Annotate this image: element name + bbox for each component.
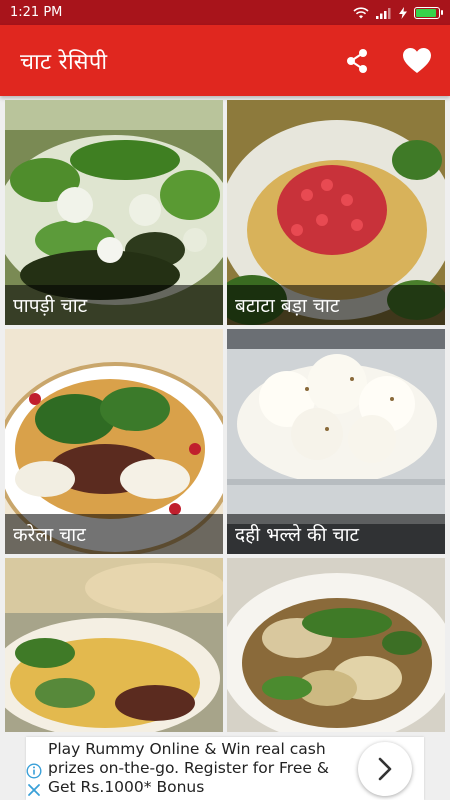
ad-next-button[interactable] <box>358 741 412 796</box>
recipe-card-6[interactable] <box>227 558 445 732</box>
chevron-right-icon <box>378 757 392 780</box>
recipe-card-papdi-chaat[interactable]: पापड़ी चाट <box>5 100 223 325</box>
recipe-card-karela-chaat[interactable]: करेला चाट <box>5 329 223 554</box>
battery-icon <box>414 6 443 19</box>
recipe-title: करेला चाट <box>5 514 223 554</box>
signal-icon <box>376 7 391 19</box>
battery-level <box>416 8 436 17</box>
info-icon[interactable] <box>26 763 42 779</box>
heart-icon <box>403 47 431 73</box>
recipe-card-5[interactable] <box>5 558 223 732</box>
recipe-title: बटाटा बड़ा चाट <box>227 285 445 325</box>
recipe-image <box>5 558 223 732</box>
ad-banner[interactable]: Play Rummy Online & Win real cash prizes… <box>26 737 424 800</box>
status-time: 1:21 PM <box>10 5 63 20</box>
wifi-icon <box>353 6 369 18</box>
recipe-grid: पापड़ी चाट बटाटा बड़ा चाट करेला चाट दही … <box>5 100 445 732</box>
recipe-title: पापड़ी चाट <box>5 285 223 325</box>
recipe-title: दही भल्ले की चाट <box>227 514 445 554</box>
recipe-card-dahi-bhalle-chaat[interactable]: दही भल्ले की चाट <box>227 329 445 554</box>
app-title: चाट रेसिपी <box>20 49 108 75</box>
close-icon[interactable] <box>26 782 42 798</box>
app-bar: चाट रेसिपी <box>0 25 450 96</box>
app-actions <box>342 46 432 76</box>
favorite-button[interactable] <box>402 46 432 76</box>
status-bar: 1:21 PM <box>0 0 450 25</box>
recipe-image <box>227 558 445 732</box>
charging-icon <box>399 6 407 19</box>
status-icons <box>353 6 443 19</box>
recipe-card-batata-vada-chaat[interactable]: बटाटा बड़ा चाट <box>227 100 445 325</box>
share-icon <box>347 48 367 73</box>
ad-text: Play Rummy Online & Win real cash prizes… <box>48 740 329 796</box>
share-button[interactable] <box>342 46 372 76</box>
